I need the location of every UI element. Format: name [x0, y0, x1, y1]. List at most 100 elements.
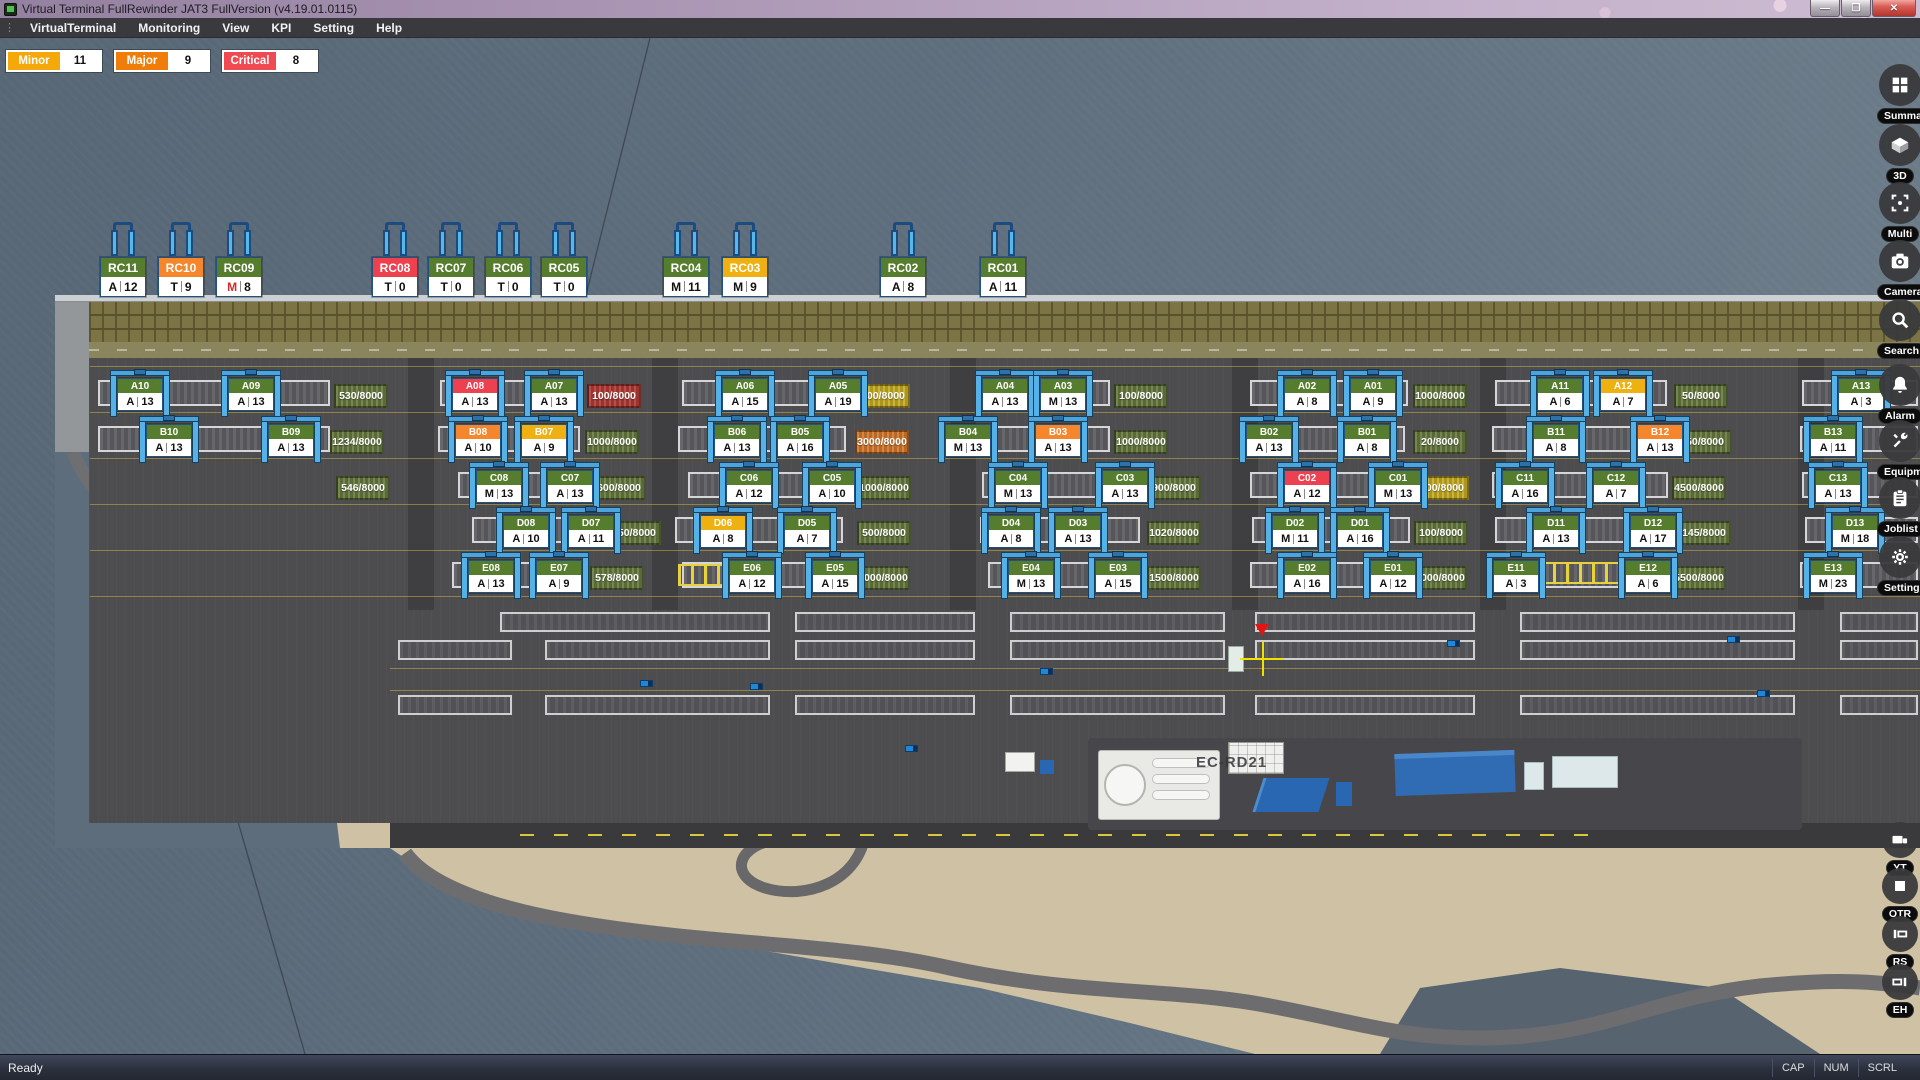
yard-block-card[interactable]: B09A13 — [268, 424, 314, 457]
alert-pill-minor[interactable]: Minor11 — [6, 50, 102, 72]
quay-crane[interactable]: RC08T0 — [372, 222, 418, 297]
yard-block-card[interactable]: E11A3 — [1493, 560, 1539, 593]
yard-block-card[interactable]: D11A13 — [1533, 515, 1579, 548]
restore-button[interactable]: ❐ — [1841, 0, 1871, 17]
menu-item-monitoring[interactable]: Monitoring — [127, 18, 211, 38]
yard-block-card[interactable]: D07A11 — [568, 515, 614, 548]
sidebar-button-setting[interactable]: Setting — [1877, 536, 1920, 596]
yard-block-card[interactable]: C07A13 — [547, 470, 593, 503]
yard-block-card[interactable]: E12A6 — [1625, 560, 1671, 593]
yard-block-card[interactable]: C04M13 — [995, 470, 1041, 503]
block-capacity-badge[interactable]: 1000/8000 — [1413, 384, 1467, 408]
block-capacity-badge[interactable]: 1020/8000 — [1147, 521, 1201, 545]
yard-block-card[interactable]: D13M18 — [1832, 515, 1878, 548]
quay-crane[interactable]: RC11A12 — [100, 222, 146, 297]
yard-block-card[interactable]: B05A16 — [777, 424, 823, 457]
block-capacity-badge[interactable]: 3000/8000 — [855, 430, 909, 454]
yard-block-card[interactable]: E13M23 — [1810, 560, 1856, 593]
menu-item-view[interactable]: View — [211, 18, 260, 38]
yard-block-card[interactable]: C03A13 — [1102, 470, 1148, 503]
yard-block-card[interactable]: C13A13 — [1815, 470, 1861, 503]
terminal-map[interactable]: 530/8000 1234/8000 546/8000 100/8000 1000/80… — [0, 38, 1920, 1054]
yard-block-card[interactable]: B03A13 — [1035, 424, 1081, 457]
yard-block-card[interactable]: D01A16 — [1337, 515, 1383, 548]
block-capacity-badge[interactable]: 5500/8000 — [1672, 566, 1726, 590]
yard-block-card[interactable]: E02A16 — [1284, 560, 1330, 593]
yard-block-card[interactable]: A03M13 — [1040, 378, 1086, 411]
yard-block-card[interactable]: D12A17 — [1630, 515, 1676, 548]
yard-block-card[interactable]: A04A13 — [982, 378, 1028, 411]
yard-block-card[interactable]: B08A10 — [455, 424, 501, 457]
block-capacity-badge[interactable]: 530/8000 — [334, 384, 388, 408]
yard-block-card[interactable]: E07A9 — [536, 560, 582, 593]
menu-item-help[interactable]: Help — [365, 18, 413, 38]
quay-crane[interactable]: RC05T0 — [541, 222, 587, 297]
sidebar-button-3d[interactable]: 3D — [1877, 124, 1920, 184]
sidebar-button-camera[interactable]: Camera — [1877, 240, 1920, 300]
quay-crane[interactable]: RC06T0 — [485, 222, 531, 297]
yard-block-card[interactable]: D03A13 — [1055, 515, 1101, 548]
block-capacity-badge[interactable]: 20/8000 — [1413, 430, 1467, 454]
block-capacity-badge[interactable]: 100/8000 — [1114, 384, 1168, 408]
yard-block-card[interactable]: A05A19 — [815, 378, 861, 411]
yard-block-card[interactable]: C02A12 — [1284, 470, 1330, 503]
minimize-button[interactable]: — — [1810, 0, 1840, 17]
yard-block-card[interactable]: D08A10 — [503, 515, 549, 548]
yard-block-card[interactable]: A02A8 — [1284, 378, 1330, 411]
yard-block-card[interactable]: B04M13 — [945, 424, 991, 457]
yard-block-card[interactable]: E06A12 — [729, 560, 775, 593]
block-capacity-badge[interactable]: 900/8000 — [1147, 476, 1201, 500]
yard-block-card[interactable]: A10A13 — [117, 378, 163, 411]
yard-block-card[interactable]: C06A12 — [726, 470, 772, 503]
sidebar-button-multi[interactable]: Multi — [1877, 182, 1920, 242]
yard-block-card[interactable]: C08M13 — [476, 470, 522, 503]
yard-block-card[interactable]: A07A13 — [531, 378, 577, 411]
block-capacity-badge[interactable]: 1234/8000 — [330, 430, 384, 454]
sidebar-button-equipment[interactable]: Equipment — [1877, 420, 1920, 480]
menu-item-virtualterminal[interactable]: VirtualTerminal — [19, 18, 127, 38]
alert-pill-critical[interactable]: Critical8 — [222, 50, 318, 72]
block-capacity-badge[interactable]: 1500/8000 — [1147, 566, 1201, 590]
quay-crane[interactable]: RC10T9 — [158, 222, 204, 297]
menu-item-setting[interactable]: Setting — [302, 18, 365, 38]
yard-block-card[interactable]: D04A8 — [988, 515, 1034, 548]
yard-block-card[interactable]: E05A15 — [812, 560, 858, 593]
alert-pill-major[interactable]: Major9 — [114, 50, 210, 72]
yard-block-card[interactable]: B13A11 — [1810, 424, 1856, 457]
block-capacity-badge[interactable]: 1000/8000 — [585, 430, 639, 454]
quay-crane[interactable]: RC03M9 — [722, 222, 768, 297]
yard-block-card[interactable]: C05A10 — [809, 470, 855, 503]
block-capacity-badge[interactable]: 600/8000 — [592, 476, 646, 500]
yard-block-card[interactable]: A09A13 — [228, 378, 274, 411]
yard-block-card[interactable]: C01M13 — [1375, 470, 1421, 503]
block-capacity-badge[interactable]: 50/8000 — [1674, 384, 1728, 408]
sidebar-button-alarm[interactable]: Alarm — [1877, 364, 1920, 424]
block-capacity-badge[interactable]: 1000/8000 — [857, 476, 911, 500]
equipment-filter-eh[interactable]: EH — [1877, 964, 1920, 1018]
yard-block-card[interactable]: A12A7 — [1600, 378, 1646, 411]
yard-block-card[interactable]: B12A13 — [1637, 424, 1683, 457]
block-capacity-badge[interactable]: 500/8000 — [857, 521, 911, 545]
quay-crane[interactable]: RC07T0 — [428, 222, 474, 297]
block-capacity-badge[interactable]: 100/8000 — [587, 384, 641, 408]
sidebar-button-search[interactable]: Search — [1877, 299, 1920, 359]
yard-block-card[interactable]: B10A13 — [146, 424, 192, 457]
quay-crane[interactable]: RC02A8 — [880, 222, 926, 297]
block-capacity-badge[interactable]: 578/8000 — [590, 566, 644, 590]
yard-block-card[interactable]: B11A8 — [1533, 424, 1579, 457]
yard-block-card[interactable]: B07A9 — [521, 424, 567, 457]
block-capacity-badge[interactable]: 1000/8000 — [1114, 430, 1168, 454]
close-button[interactable]: ✕ — [1872, 0, 1916, 17]
yard-block-card[interactable]: A08A13 — [452, 378, 498, 411]
quay-crane[interactable]: RC04M11 — [663, 222, 709, 297]
quay-crane[interactable]: RC09M8 — [216, 222, 262, 297]
yard-block-card[interactable]: A01A9 — [1350, 378, 1396, 411]
yard-block-card[interactable]: B06A13 — [714, 424, 760, 457]
yard-block-card[interactable]: D06A8 — [700, 515, 746, 548]
block-capacity-badge[interactable]: 4500/8000 — [1672, 476, 1726, 500]
block-capacity-badge[interactable]: 546/8000 — [336, 476, 390, 500]
yard-block-card[interactable]: B02A13 — [1246, 424, 1292, 457]
yard-block-card[interactable]: D05A7 — [784, 515, 830, 548]
yard-block-card[interactable]: E03A15 — [1095, 560, 1141, 593]
equipment-filter-rs[interactable]: RS — [1877, 916, 1920, 970]
